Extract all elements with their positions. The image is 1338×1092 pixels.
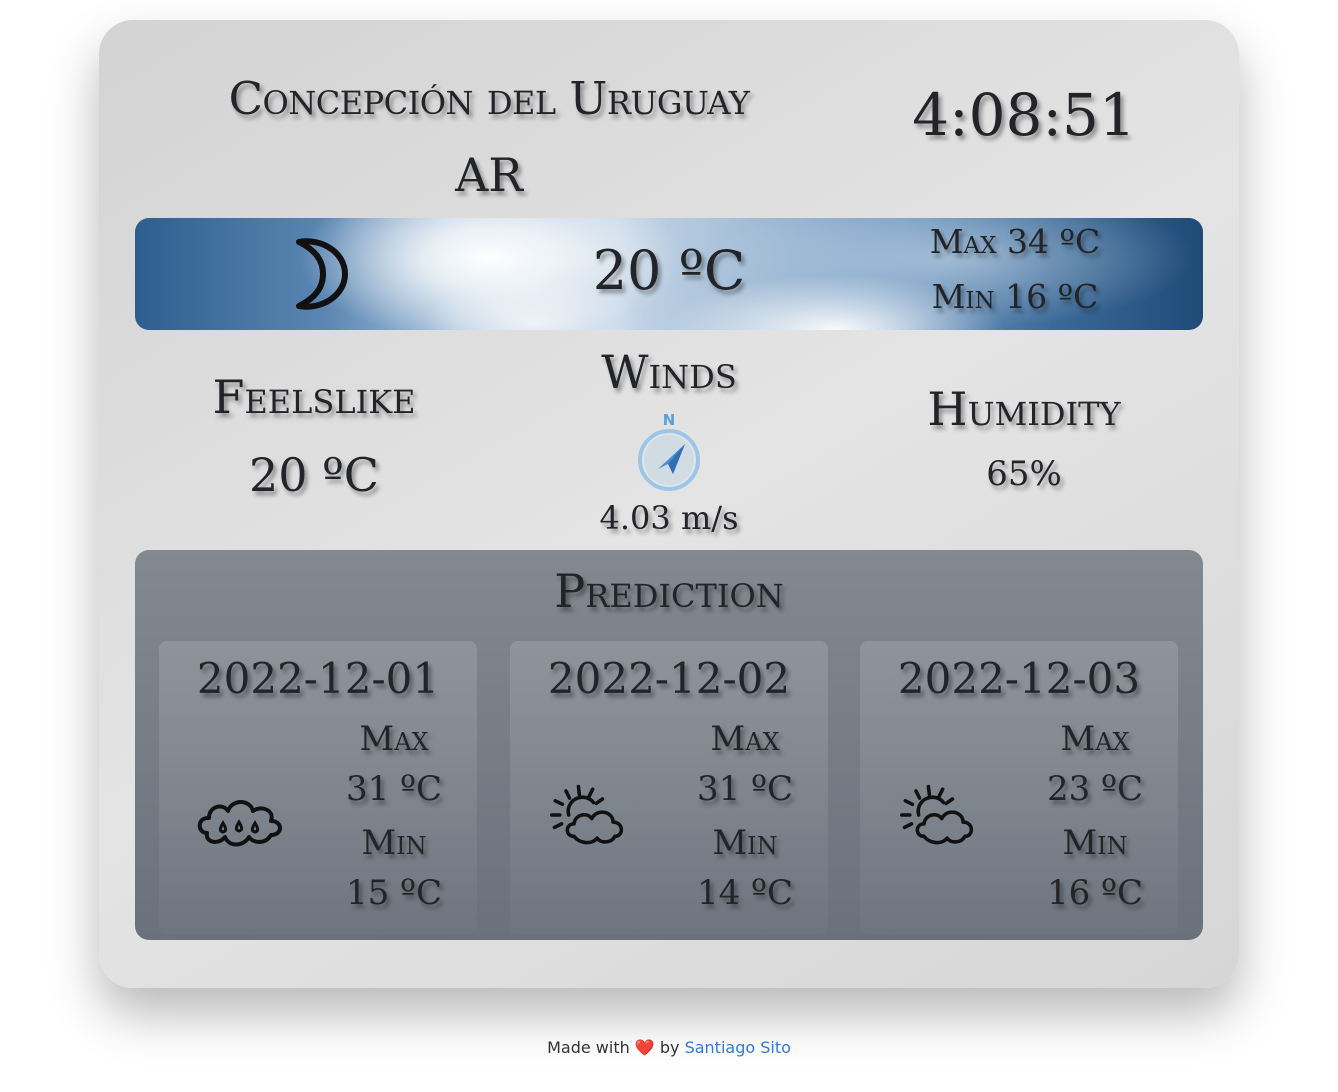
prediction-title: Prediction	[554, 564, 784, 618]
forecast-max-value: 31 ºC	[696, 769, 794, 809]
humidity-label: Humidity	[927, 382, 1121, 436]
forecast-max-label: Max	[710, 719, 780, 759]
clock: 4:08:51	[912, 81, 1136, 149]
partly-cloudy-icon	[550, 784, 624, 845]
compass-icon: N	[638, 411, 700, 491]
forecast-min-value: 15 ºC	[345, 873, 443, 913]
forecast-max-label: Max	[359, 719, 429, 759]
forecast-min-label: Min	[1062, 823, 1128, 863]
feelslike-label: Feelslike	[212, 370, 416, 424]
current-temperature: 20 ºC	[592, 239, 746, 302]
prediction-panel: Prediction 2022-12-01 Max 31 ºC Min 15 º…	[135, 550, 1203, 940]
winds-label: Winds	[601, 345, 737, 399]
wind-speed: 4.03 m/s	[599, 499, 739, 537]
moon-icon	[296, 238, 348, 310]
country-code: AR	[455, 148, 523, 202]
forecast-min-label: Min	[361, 823, 427, 863]
forecast-day-card: 2022-12-03 Max 23 ºC Min 16 ºC	[860, 641, 1178, 935]
forecast-max-label: Max	[1060, 719, 1130, 759]
feelslike-value: 20 ºC	[249, 448, 379, 502]
current-weather-banner: 20 ºC Max 34 ºC Min 16 ºC	[135, 218, 1203, 330]
forecast-date: 2022-12-02	[547, 654, 791, 703]
city-name: Concepción del Uruguay	[228, 72, 750, 125]
forecast-max-value: 31 ºC	[345, 769, 443, 809]
compass-north-letter: N	[663, 411, 676, 429]
today-min-temp: Min 16 ºC	[931, 277, 1099, 316]
forecast-min-value: 16 ºC	[1046, 873, 1144, 913]
forecast-min-label: Min	[712, 823, 778, 863]
author-link[interactable]: Santiago Sito	[685, 1038, 791, 1057]
forecast-day-card: 2022-12-02 Max 31 ºC Min 14 ºC	[510, 641, 828, 935]
forecast-day-card: 2022-12-01 Max 31 ºC Min 15 ºC	[159, 641, 477, 935]
footer-by: by	[659, 1038, 680, 1057]
footer-made-with: Made with	[547, 1038, 630, 1057]
footer: Made with ❤️ by Santiago Sito	[0, 1037, 1338, 1059]
rain-cloud-icon	[197, 800, 282, 847]
today-max-temp: Max 34 ºC	[929, 222, 1101, 261]
heart-icon: ❤️	[634, 1038, 655, 1057]
partly-cloudy-icon	[900, 784, 974, 845]
humidity-value: 65%	[986, 454, 1062, 494]
weather-card: Concepción del Uruguay AR 4:08:51 20 ºC …	[99, 20, 1239, 988]
forecast-max-value: 23 ºC	[1046, 769, 1144, 809]
forecast-date: 2022-12-03	[897, 654, 1141, 703]
forecast-min-value: 14 ºC	[696, 873, 794, 913]
forecast-date: 2022-12-01	[196, 654, 440, 703]
